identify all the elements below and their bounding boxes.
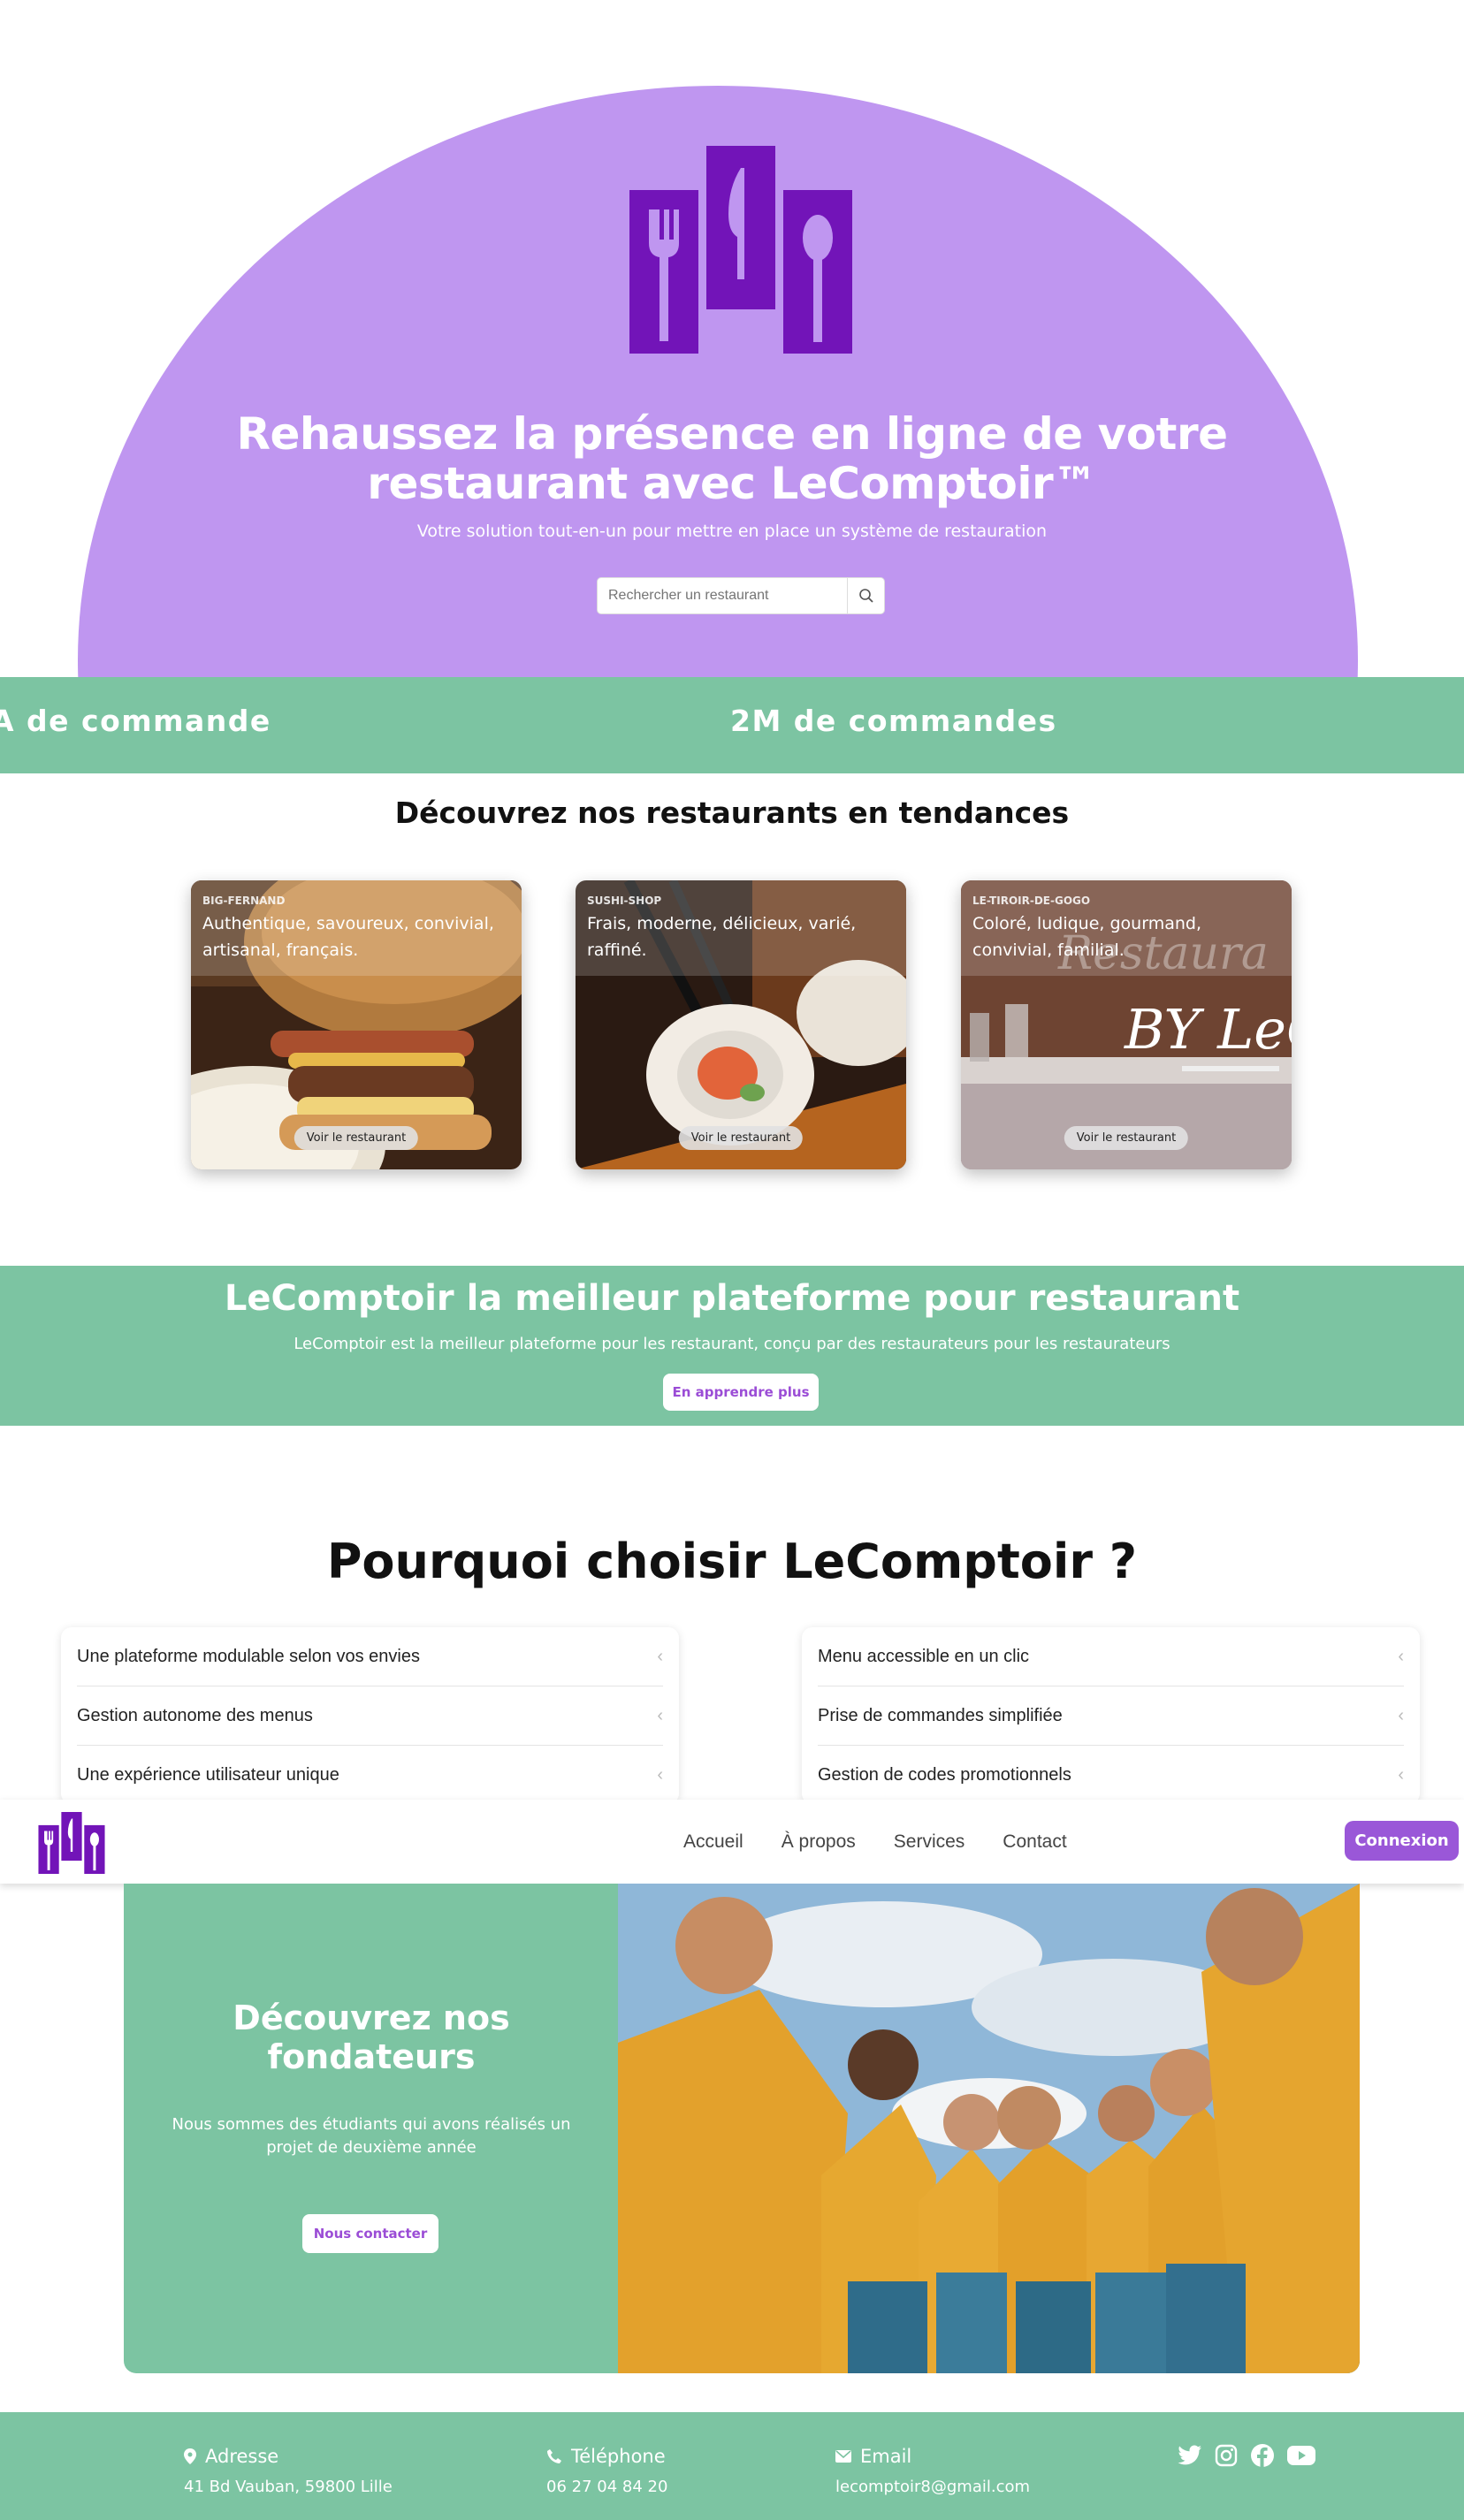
restaurant-card-le-tiroir-de-gogo[interactable]: Restaura BY LeC LE-TIROIR-DE-GOGO Coloré… [961,880,1292,1169]
nav-link-accueil[interactable]: Accueil [683,1831,743,1853]
why-accordion-right: Menu accessible en un clic ‹ Prise de com… [802,1627,1420,1804]
hero-section: Rehaussez la présence en ligne de votre … [0,0,1464,677]
footer-phone: Téléphone 06 27 04 84 20 [546,2446,667,2496]
card-description: Authentique, savoureux, convivial, artis… [202,914,494,960]
wall-sign-text: BY LeC [1124,997,1292,1062]
footer-address-label: Adresse [205,2446,279,2467]
founders-text: Nous sommes des étudiants qui avons réal… [172,2115,571,2157]
youtube-icon[interactable] [1287,2445,1315,2466]
accordion-item[interactable]: Gestion de codes promotionnels ‹ [818,1746,1404,1804]
footer-address: Adresse 41 Bd Vauban, 59800 Lille [184,2446,393,2496]
card-description: Coloré, ludique, gourmand, convivial, fa… [972,914,1201,960]
view-restaurant-button[interactable]: Voir le restaurant [678,1126,804,1150]
chevron-left-icon: ‹ [1398,1706,1404,1725]
why-title: Pourquoi choisir LeComptoir ? [326,1534,1138,1589]
stats-marquee: A de commande 2M de commandes [0,677,1464,773]
restaurant-search [597,577,885,614]
accordion-item[interactable]: Gestion autonome des menus ‹ [77,1686,663,1746]
search-button[interactable] [848,577,885,614]
chevron-left-icon: ‹ [657,1647,663,1666]
accordion-item-label: Une plateforme modulable selon vos envie… [77,1647,420,1666]
contact-us-button[interactable]: Nous contacter [302,2214,438,2253]
footer-phone-value: 06 27 04 84 20 [546,2478,668,2496]
cutlery-logo-icon[interactable] [38,1812,105,1874]
card-description: Frais, moderne, délicieux, varié, raffin… [587,914,857,960]
platform-text: LeComptoir est la meilleur plateforme po… [294,1335,1170,1353]
phone-icon [547,2449,561,2463]
map-pin-icon [184,2448,196,2464]
trending-title: Découvrez nos restaurants en tendances [394,796,1070,830]
chevron-left-icon: ‹ [1398,1765,1404,1785]
cutlery-logo-icon [629,146,852,354]
accordion-item[interactable]: Une plateforme modulable selon vos envie… [77,1627,663,1686]
founders-title: Découvrez nos fondateurs [233,1998,510,2076]
instagram-icon[interactable] [1215,2444,1238,2467]
nav-link-contact[interactable]: Contact [1003,1831,1066,1853]
footer-email-value[interactable]: lecomptoir8@gmail.com [835,2478,1030,2496]
navbar: Accueil À propos Services Contact Connex… [0,1800,1464,1884]
card-slug: BIG-FERNAND [202,895,286,907]
team-photo [618,1884,1360,2373]
accordion-item-label: Prise de commandes simplifiée [818,1706,1063,1725]
footer: Adresse 41 Bd Vauban, 59800 Lille Téléph… [0,2412,1464,2520]
social-links [1178,2443,1315,2468]
footer-email-label: Email [860,2446,912,2467]
hero-title: Rehaussez la présence en ligne de votre … [236,408,1228,509]
chevron-left-icon: ‹ [657,1765,663,1785]
accordion-item-label: Gestion autonome des menus [77,1706,313,1725]
platform-title: LeComptoir la meilleur plateforme pour r… [224,1278,1240,1319]
footer-address-value: 41 Bd Vauban, 59800 Lille [184,2478,393,2496]
twitter-icon[interactable] [1178,2445,1202,2466]
search-input[interactable] [597,577,848,614]
why-accordion-left: Une plateforme modulable selon vos envie… [61,1627,679,1804]
marquee-item: A de commande [0,704,271,738]
hero-subtitle: Votre solution tout-en-un pour mettre en… [416,522,1048,541]
search-icon [858,589,873,603]
accordion-item-label: Une expérience utilisateur unique [77,1765,339,1785]
footer-phone-label: Téléphone [571,2446,666,2467]
card-slug: SUSHI-SHOP [587,895,662,907]
learn-more-button[interactable]: En apprendre plus [663,1374,819,1411]
nav-link-services[interactable]: Services [894,1831,965,1853]
nav-links: Accueil À propos Services Contact [683,1800,1067,1884]
facebook-icon[interactable] [1250,2443,1275,2468]
restaurant-card-big-fernand[interactable]: BIG-FERNAND Authentique, savoureux, conv… [191,880,522,1169]
login-button[interactable]: Connexion [1345,1821,1459,1861]
marquee-item: 2M de commandes [730,704,1057,738]
accordion-item-label: Menu accessible en un clic [818,1647,1030,1666]
founders-section: Découvrez nos fondateurs Nous sommes des… [124,1884,1360,2373]
accordion-item[interactable]: Une expérience utilisateur unique ‹ [77,1746,663,1804]
mail-icon [835,2450,851,2463]
chevron-left-icon: ‹ [657,1706,663,1725]
view-restaurant-button[interactable]: Voir le restaurant [1064,1126,1189,1150]
accordion-item[interactable]: Prise de commandes simplifiée ‹ [818,1686,1404,1746]
nav-link-a-propos[interactable]: À propos [782,1831,856,1853]
restaurant-card-sushi-shop[interactable]: SUSHI-SHOP Frais, moderne, délicieux, va… [576,880,906,1169]
platform-section: LeComptoir la meilleur plateforme pour r… [0,1266,1464,1426]
view-restaurant-button[interactable]: Voir le restaurant [294,1126,419,1150]
footer-email: Email lecomptoir8@gmail.com [835,2446,1030,2496]
accordion-item-label: Gestion de codes promotionnels [818,1765,1071,1785]
accordion-item[interactable]: Menu accessible en un clic ‹ [818,1627,1404,1686]
card-slug: LE-TIROIR-DE-GOGO [972,895,1091,907]
chevron-left-icon: ‹ [1398,1647,1404,1666]
